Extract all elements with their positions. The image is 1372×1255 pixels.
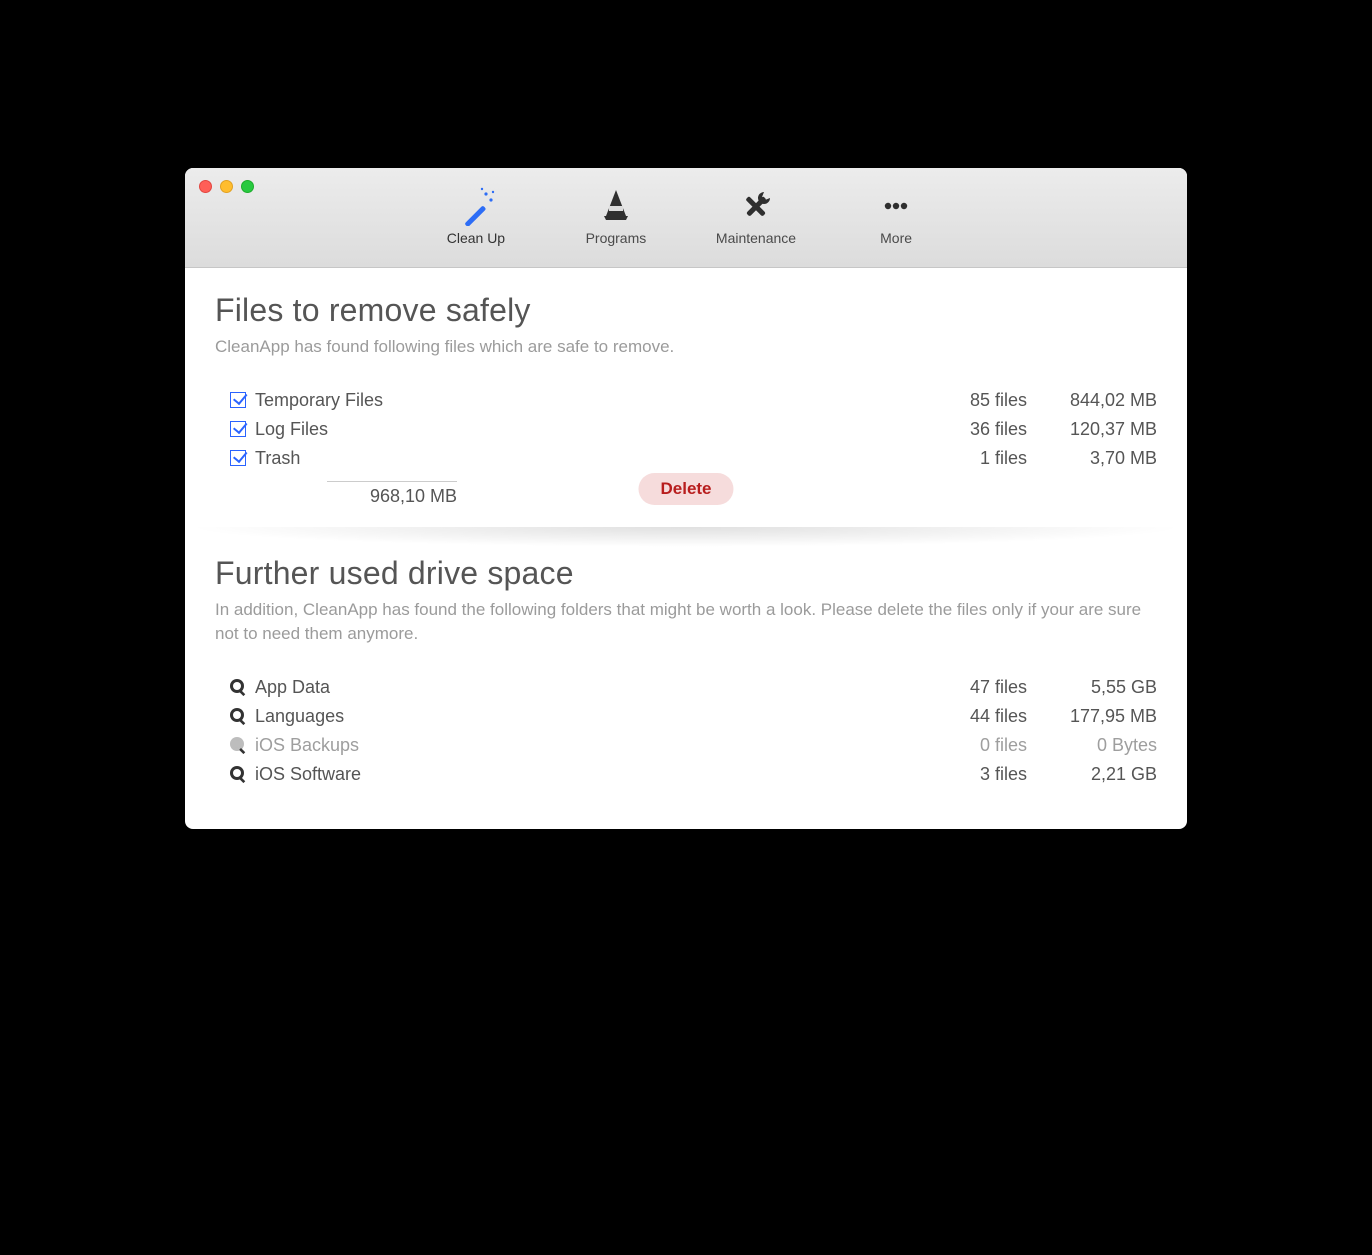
file-row-logs: Log Files 36 files 120,37 MB	[215, 415, 1157, 444]
checkbox-temporary[interactable]	[230, 392, 246, 408]
total-row: Delete 968,10 MB	[215, 473, 1157, 509]
row-label: Languages	[255, 706, 344, 727]
content: Files to remove safely CleanApp has foun…	[185, 268, 1187, 829]
section-title: Further used drive space	[215, 555, 1157, 592]
row-file-count: 3 files	[927, 764, 1027, 785]
total-size: 968,10 MB	[327, 481, 457, 507]
row-file-count: 36 files	[927, 419, 1027, 440]
tab-label: Clean Up	[447, 230, 505, 246]
row-label: Temporary Files	[255, 390, 383, 411]
row-size: 3,70 MB	[1027, 448, 1157, 469]
row-size: 2,21 GB	[1027, 764, 1157, 785]
row-size: 0 Bytes	[1027, 735, 1157, 756]
section-subtitle: In addition, CleanApp has found the foll…	[215, 598, 1157, 647]
tools-icon	[736, 186, 776, 226]
folder-row-ios-software[interactable]: iOS Software 3 files 2,21 GB	[215, 760, 1157, 789]
delete-button[interactable]: Delete	[638, 473, 733, 505]
folder-row-languages[interactable]: Languages 44 files 177,95 MB	[215, 702, 1157, 731]
tab-label: More	[880, 230, 912, 246]
row-label: App Data	[255, 677, 330, 698]
row-file-count: 1 files	[927, 448, 1027, 469]
more-icon	[876, 186, 916, 226]
apps-icon	[596, 186, 636, 226]
checkbox-logs[interactable]	[230, 421, 246, 437]
titlebar: Clean Up Programs	[185, 168, 1187, 268]
tab-label: Programs	[586, 230, 647, 246]
row-size: 844,02 MB	[1027, 390, 1157, 411]
row-size: 120,37 MB	[1027, 419, 1157, 440]
tab-clean-up[interactable]: Clean Up	[436, 186, 516, 246]
magnify-icon	[227, 707, 249, 725]
row-size: 5,55 GB	[1027, 677, 1157, 698]
magnify-icon	[227, 765, 249, 783]
row-label: iOS Software	[255, 764, 361, 785]
row-label: iOS Backups	[255, 735, 359, 756]
file-row-temporary: Temporary Files 85 files 844,02 MB	[215, 386, 1157, 415]
row-label: Log Files	[255, 419, 328, 440]
wand-icon	[456, 186, 496, 226]
file-row-trash: Trash 1 files 3,70 MB	[215, 444, 1157, 473]
tab-label: Maintenance	[716, 230, 796, 246]
section-title: Files to remove safely	[215, 292, 1157, 329]
folder-row-ios-backups[interactable]: iOS Backups 0 files 0 Bytes	[215, 731, 1157, 760]
row-file-count: 0 files	[927, 735, 1027, 756]
tab-maintenance[interactable]: Maintenance	[716, 186, 796, 246]
checkbox-trash[interactable]	[230, 450, 246, 466]
row-label: Trash	[255, 448, 300, 469]
row-size: 177,95 MB	[1027, 706, 1157, 727]
tab-programs[interactable]: Programs	[576, 186, 656, 246]
tab-more[interactable]: More	[856, 186, 936, 246]
row-file-count: 85 files	[927, 390, 1027, 411]
toolbar: Clean Up Programs	[185, 186, 1187, 246]
section-divider	[185, 527, 1187, 547]
folder-row-app-data[interactable]: App Data 47 files 5,55 GB	[215, 673, 1157, 702]
row-file-count: 44 files	[927, 706, 1027, 727]
row-file-count: 47 files	[927, 677, 1027, 698]
section-subtitle: CleanApp has found following files which…	[215, 335, 1157, 360]
magnify-icon	[227, 736, 249, 754]
magnify-icon	[227, 678, 249, 696]
app-window: Clean Up Programs	[185, 168, 1187, 829]
